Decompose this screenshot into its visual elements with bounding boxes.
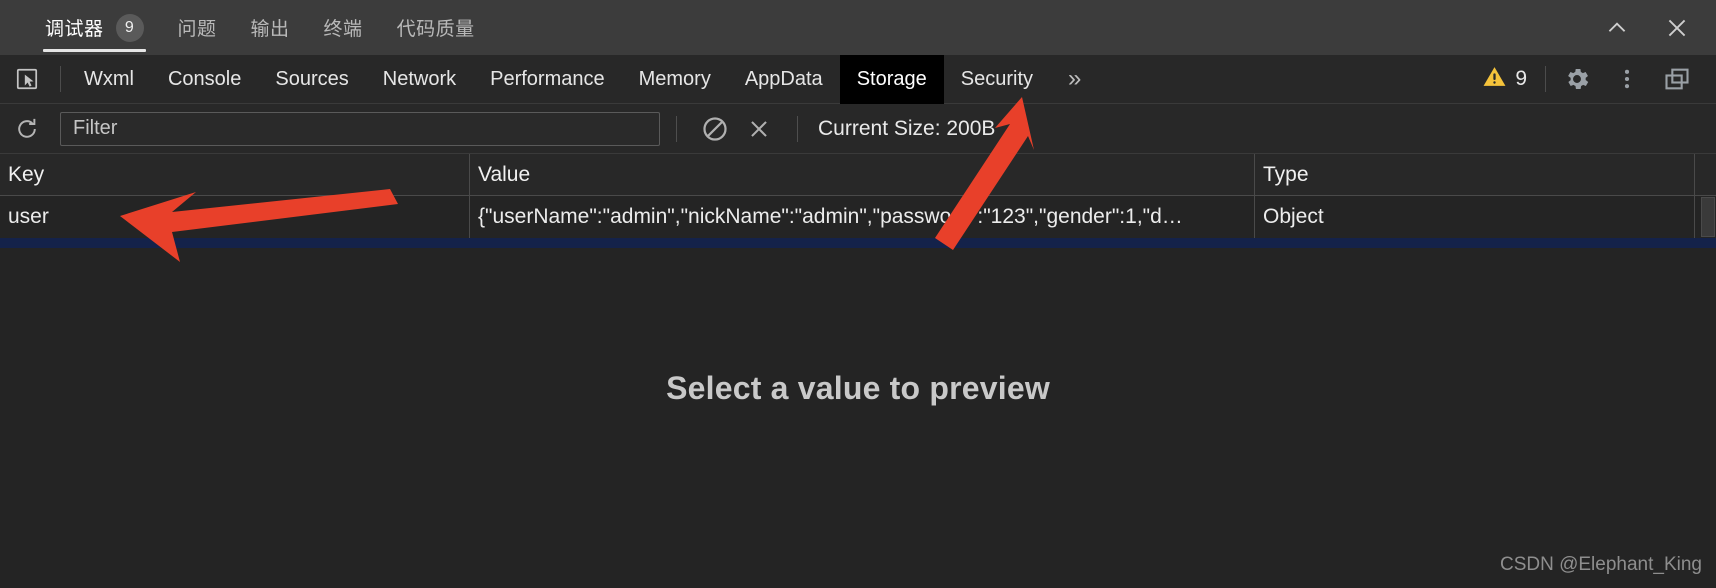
grid-header-row: Key Value Type [0,154,1716,196]
tab-sources[interactable]: Sources [258,55,365,104]
ide-tab-label: 输出 [250,19,290,40]
gear-icon[interactable] [1552,55,1602,104]
column-header-key[interactable]: Key [0,154,470,195]
toolbar-divider [60,66,61,92]
dock-window-icon[interactable] [1652,55,1702,104]
cell-value[interactable]: {"userName":"admin","nickName":"admin","… [470,196,1255,238]
tab-label: Performance [490,67,605,90]
more-tabs-label: » [1068,65,1081,92]
ide-tab-debugger[interactable]: 调试器 9 [28,0,161,55]
column-header-value[interactable]: Value [470,154,1255,195]
column-header-filler [1695,154,1716,195]
ide-tab-code-quality[interactable]: 代码质量 [380,0,492,55]
tab-label: AppData [744,67,823,90]
toolbar-divider [797,115,798,142]
vertical-dots-icon[interactable] [1602,55,1652,104]
chevron-up-icon[interactable] [1602,13,1632,43]
devtools-tab-bar: Wxml Console Sources Network Performance… [0,54,1716,104]
toolbar-divider [676,115,677,142]
ide-tab-label: 终端 [323,19,363,40]
warning-triangle-icon [1482,64,1507,94]
cell-key[interactable]: user [0,196,470,238]
ide-tab-terminal[interactable]: 终端 [307,0,380,55]
grid-scrollbar[interactable] [1701,197,1715,237]
devtools-tab-list: Wxml Console Sources Network Performance… [67,54,1097,104]
tab-label: Network [382,67,457,90]
tab-label: Security [960,67,1033,90]
refresh-icon[interactable] [0,104,54,154]
tab-label: Memory [638,67,711,90]
value-preview-panel: Select a value to preview [0,248,1716,588]
ide-tab-badge: 9 [115,13,144,42]
toolbar-divider [1545,66,1546,92]
no-entry-icon[interactable] [693,104,737,154]
tab-appdata[interactable]: AppData [728,55,840,104]
tab-performance[interactable]: Performance [473,55,622,104]
tab-storage[interactable]: Storage [839,54,944,104]
ide-window-controls [1602,13,1716,43]
devtools-toolbar-right: 9 [1470,55,1716,104]
ide-tab-problems[interactable]: 问题 [161,0,234,55]
tab-label: Wxml [84,67,134,90]
close-icon[interactable] [1662,13,1692,43]
watermark-text: CSDN @Elephant_King [1499,554,1702,575]
tab-label: Storage [856,67,927,90]
inspect-cursor-icon[interactable] [0,55,54,104]
filter-input-wrapper[interactable] [60,111,660,146]
ide-tab-bar: 调试器 9 问题 输出 终端 代码质量 [0,0,1716,55]
table-row[interactable]: user {"userName":"admin","nickName":"adm… [0,196,1716,238]
ide-tab-label: 代码质量 [396,19,475,40]
ide-tab-label: 调试器 [45,19,104,40]
ide-tab-list: 调试器 9 问题 输出 终端 代码质量 [0,0,492,55]
storage-toolbar: Current Size: 200B [0,104,1716,154]
close-x-icon[interactable] [737,104,781,154]
devtools-window: 调试器 9 问题 输出 终端 代码质量 Wxml Console Sources… [0,0,1716,588]
filter-input[interactable] [61,112,659,145]
warning-indicator[interactable]: 9 [1470,64,1539,94]
warning-count: 9 [1515,67,1527,90]
cell-type[interactable]: Object [1255,196,1695,238]
tab-console[interactable]: Console [151,55,258,104]
tab-network[interactable]: Network [366,55,473,104]
ide-tab-label: 问题 [177,19,217,40]
storage-data-grid: Key Value Type user {"userName":"admin",… [0,154,1716,256]
more-tabs-icon[interactable]: » [1050,55,1097,104]
tab-security[interactable]: Security [944,55,1050,104]
tab-memory[interactable]: Memory [622,55,728,104]
tab-label: Console [167,67,242,90]
ide-tab-output[interactable]: 输出 [234,0,307,55]
tab-label: Sources [275,67,349,90]
preview-empty-message: Select a value to preview [666,370,1050,406]
current-size-label: Current Size: 200B [818,116,996,140]
column-header-type[interactable]: Type [1255,154,1695,195]
tab-wxml[interactable]: Wxml [67,55,151,104]
